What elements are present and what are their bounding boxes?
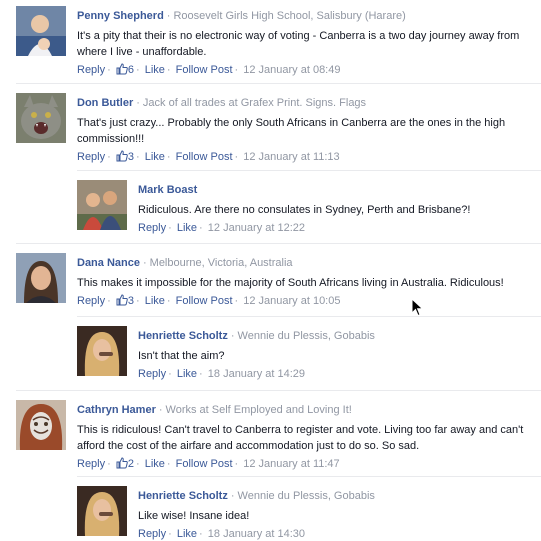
comment-timestamp[interactable]: 12 January at 08:49 [243, 64, 340, 76]
follow-post-link[interactable]: Follow Post [176, 151, 233, 163]
author-headline: Roosevelt Girls High School, Salisbury (… [173, 10, 406, 22]
like-link[interactable]: Like [177, 528, 197, 540]
divider [77, 316, 541, 317]
follow-post-link[interactable]: Follow Post [176, 458, 233, 470]
author-headline: Jack of all trades at Grafex Print. Sign… [142, 97, 367, 109]
comment-author[interactable]: Henriette Scholtz [138, 330, 228, 342]
author-headline: Wennie du Plessis, Gobabis [237, 490, 375, 502]
comment-text: It's a pity that their is no electronic … [77, 30, 520, 58]
thumbs-up-icon [116, 63, 128, 75]
comment-text: Isn't that the aim? [138, 350, 225, 362]
like-link[interactable]: Like [177, 222, 197, 234]
comment-author[interactable]: Cathryn Hamer [77, 404, 156, 416]
reply-link[interactable]: Reply [138, 368, 166, 380]
author-headline: Wennie du Plessis, Gobabis [237, 330, 375, 342]
comment-text: Ridiculous. Are there no consulates in S… [138, 204, 471, 216]
like-link[interactable]: Like [145, 64, 165, 76]
divider [16, 243, 541, 244]
reply-link[interactable]: Reply [77, 295, 105, 307]
avatar[interactable] [16, 93, 66, 143]
reply-link[interactable]: Reply [77, 151, 105, 163]
follow-post-link[interactable]: Follow Post [176, 64, 233, 76]
comment-text: Like wise! Insane idea! [138, 510, 250, 522]
thumbs-up-icon [116, 294, 128, 306]
divider [77, 476, 541, 477]
comment-author[interactable]: Don Butler [77, 97, 133, 109]
comment-timestamp[interactable]: 12 January at 10:05 [243, 295, 340, 307]
divider [16, 390, 541, 391]
reply-link[interactable]: Reply [138, 222, 166, 234]
like-count[interactable]: 2 [116, 457, 134, 470]
reply-link[interactable]: Reply [138, 528, 166, 540]
comment-timestamp[interactable]: 12 January at 11:13 [243, 151, 339, 163]
avatar[interactable] [16, 6, 66, 56]
meta-separator: · [142, 257, 147, 269]
comment-timestamp[interactable]: 18 January at 14:30 [208, 528, 305, 540]
comment-text: This makes it impossible for the majorit… [77, 277, 504, 289]
comment-text: This is ridiculous! Can't travel to Canb… [77, 424, 524, 452]
meta-separator: · [166, 10, 171, 22]
avatar[interactable] [16, 400, 66, 450]
mouse-cursor-icon [411, 298, 424, 317]
reply-link[interactable]: Reply [77, 64, 105, 76]
like-link[interactable]: Like [145, 295, 165, 307]
comment-timestamp[interactable]: 18 January at 14:29 [208, 368, 305, 380]
divider [16, 83, 541, 84]
comment-author[interactable]: Dana Nance [77, 257, 140, 269]
reply-link[interactable]: Reply [77, 458, 105, 470]
avatar[interactable] [77, 326, 127, 376]
comment-author[interactable]: Henriette Scholtz [138, 490, 228, 502]
author-headline: Melbourne, Victoria, Australia [149, 257, 293, 269]
avatar[interactable] [77, 180, 127, 230]
author-headline: Works at Self Employed and Loving It! [165, 404, 352, 416]
meta-separator: · [230, 490, 235, 502]
thumbs-up-icon [116, 457, 128, 469]
meta-separator: · [136, 97, 140, 109]
thumbs-up-icon [116, 150, 128, 162]
like-count[interactable]: 6 [116, 63, 134, 76]
like-link[interactable]: Like [177, 368, 197, 380]
avatar[interactable] [16, 253, 66, 303]
follow-post-link[interactable]: Follow Post [176, 295, 233, 307]
like-count[interactable]: 3 [116, 150, 134, 163]
like-link[interactable]: Like [145, 458, 165, 470]
avatar[interactable] [77, 486, 127, 536]
divider [77, 170, 541, 171]
comment-author[interactable]: Penny Shepherd [77, 10, 164, 22]
comment-timestamp[interactable]: 12 January at 11:47 [243, 458, 339, 470]
comment-timestamp[interactable]: 12 January at 12:22 [208, 222, 305, 234]
meta-separator: · [158, 404, 163, 416]
comment-text: That's just crazy... Probably the only S… [77, 117, 506, 145]
meta-separator: · [230, 330, 235, 342]
like-count[interactable]: 3 [116, 294, 134, 307]
comment-author[interactable]: Mark Boast [138, 184, 197, 196]
like-link[interactable]: Like [145, 151, 165, 163]
